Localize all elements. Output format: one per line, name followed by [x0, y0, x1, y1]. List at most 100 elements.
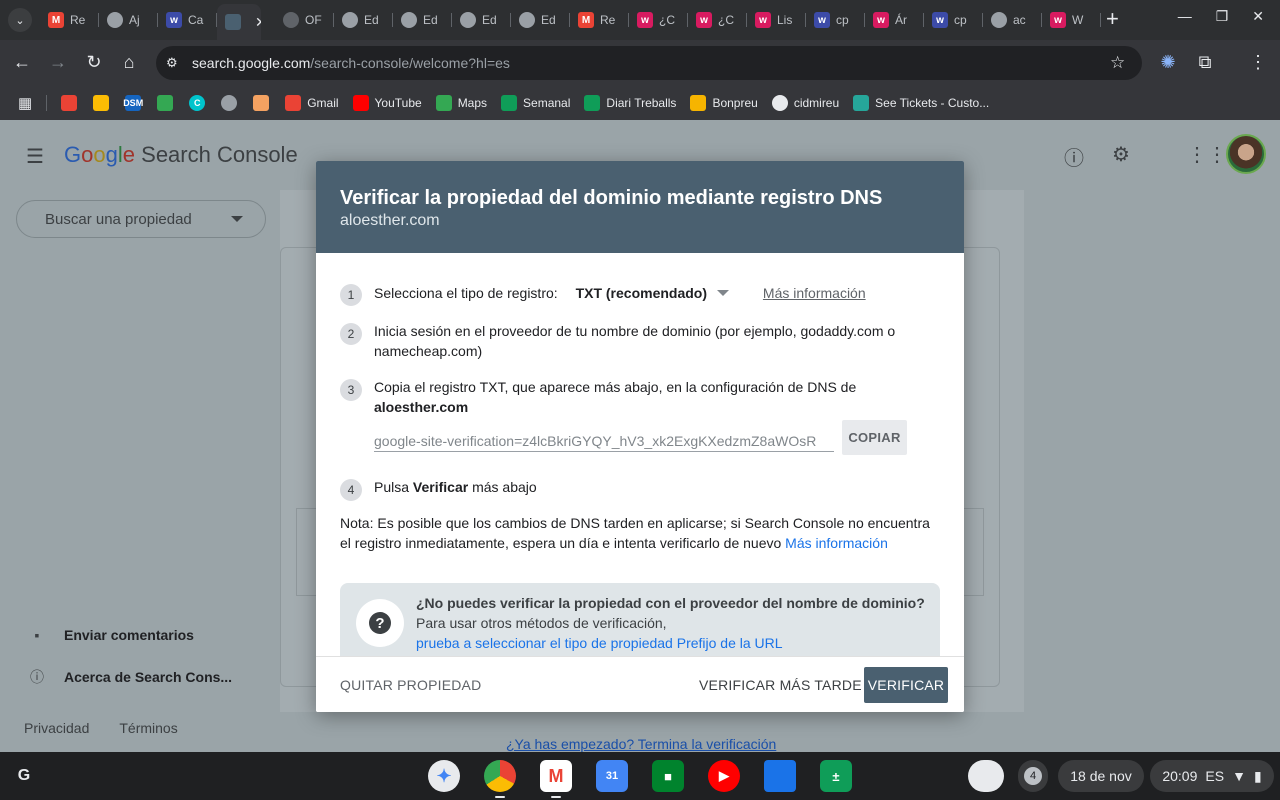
help-question: ¿No puedes verificar la propiedad con el… [416, 595, 925, 611]
address-bar[interactable]: search.google.com/search-console/welcome… [156, 46, 1142, 80]
minimize-icon[interactable]: — [1178, 8, 1192, 25]
browser-tab[interactable]: Ed [393, 6, 452, 34]
date-tray[interactable]: 18 de nov [1058, 760, 1144, 792]
browser-tab[interactable]: ✕ [217, 4, 261, 40]
verify-later-button[interactable]: VERIFICAR MÁS TARDE [699, 667, 862, 703]
site-info-icon[interactable]: ⚙ [166, 55, 178, 71]
browser-tab[interactable]: ac [983, 6, 1042, 34]
canva-icon: C [189, 95, 206, 111]
google-apps-icon[interactable]: ⋮⋮ [1187, 142, 1227, 167]
tab-search-icon[interactable]: ⌄ [8, 8, 32, 32]
forward-icon[interactable]: → [47, 52, 69, 73]
browser-tab[interactable]: w ¿C [629, 6, 688, 34]
bookmark-item[interactable] [157, 95, 174, 111]
browser-tab[interactable]: w Lis [747, 6, 806, 34]
record-type-dropdown[interactable]: TXT (recomendado) [575, 283, 730, 303]
verify-button[interactable]: VERIFICAR [864, 667, 948, 703]
gmail-icon[interactable]: M [540, 760, 572, 792]
step-number: 2 [340, 323, 362, 345]
bookmark-item[interactable] [61, 95, 78, 111]
url-prefix-link[interactable]: prueba a seleccionar el tipo de propieda… [416, 633, 936, 653]
bookmark-star-icon[interactable]: ☆ [1110, 53, 1125, 73]
bookmark-item[interactable]: YouTube [352, 95, 422, 111]
extensions-puzzle-icon[interactable]: ⧉ [1194, 52, 1216, 73]
record-type-more-info-link[interactable]: Más información [763, 285, 866, 301]
status-tray[interactable]: 20:09 ES ▼ ▮ [1150, 760, 1274, 792]
chrome-menu-icon[interactable]: ⋮ [1247, 52, 1269, 73]
calendar-icon[interactable]: 31 [596, 760, 628, 792]
browser-tab[interactable]: Ed [334, 6, 393, 34]
browser-tab[interactable]: M Re [40, 6, 99, 34]
bookmark-item[interactable]: Bonpreu [690, 95, 758, 111]
record-type-value: TXT (recomendado) [575, 285, 708, 301]
privacy-link[interactable]: Privacidad [24, 720, 89, 736]
help-text: Para usar otros métodos de verificación, [416, 615, 667, 631]
gmail-icon: M [48, 12, 64, 28]
txt-record-field[interactable]: google-site-verification=z4lcBkriGYQY_hV… [374, 424, 834, 452]
browser-tab[interactable]: Ed [452, 6, 511, 34]
gemini-icon[interactable]: ✦ [428, 760, 460, 792]
meet-icon[interactable]: ■ [652, 760, 684, 792]
tab-close-icon[interactable]: ✕ [255, 14, 261, 31]
bookmark-item[interactable]: Diari Treballs [584, 95, 676, 111]
admin-settings-icon[interactable]: ⚙ [1112, 142, 1130, 167]
globe-icon [519, 12, 535, 28]
remove-property-button[interactable]: QUITAR PROPIEDAD [340, 667, 481, 703]
bookmark-item[interactable]: Gmail [285, 95, 339, 111]
browser-tab[interactable]: M Re [570, 6, 629, 34]
bookmark-item[interactable] [253, 95, 270, 111]
bookmark-item[interactable]: See Tickets - Custo... [853, 95, 989, 111]
sheets-calc-icon[interactable]: ± [820, 760, 852, 792]
bookmark-item[interactable]: C [189, 95, 206, 111]
youtube-icon[interactable]: ▶ [708, 760, 740, 792]
extension-gear-icon[interactable]: ✺ [1157, 52, 1179, 73]
browser-tab[interactable]: wW [1042, 6, 1101, 34]
property-search-dropdown[interactable]: Buscar una propiedad [16, 200, 266, 238]
bookmark-item[interactable] [221, 95, 238, 111]
browser-tab[interactable]: w ¿C [688, 6, 747, 34]
new-tab-icon[interactable]: + [1106, 8, 1119, 30]
bookmark-label: Gmail [307, 96, 339, 110]
apps-grid-icon[interactable]: ▦ [18, 94, 32, 112]
bookmark-item[interactable]: DSM [123, 95, 143, 111]
bookmark-label: Semanal [523, 96, 571, 110]
bookmark-item[interactable]: Maps [435, 95, 487, 111]
files-icon[interactable] [764, 760, 796, 792]
terms-link[interactable]: Términos [119, 720, 177, 736]
send-feedback-link[interactable]: ▪ Enviar comentarios [28, 627, 194, 643]
sheets-icon [584, 95, 601, 111]
caret-down-icon [231, 216, 243, 222]
w-icon: w [1050, 12, 1066, 28]
pinwheel-icon [93, 95, 110, 111]
bookmark-item[interactable]: cidmireu [771, 95, 839, 111]
app-running-indicator [495, 796, 505, 798]
help-icon[interactable]: ⓘ [1064, 142, 1084, 171]
hamburger-menu-icon[interactable]: ☰ [26, 144, 44, 169]
close-window-icon[interactable]: ✕ [1252, 8, 1264, 25]
browser-tab[interactable]: w Ca [158, 6, 217, 34]
bookmark-item[interactable] [93, 95, 110, 111]
locale-label: ES [1205, 768, 1225, 784]
browser-tab[interactable]: Ed [511, 6, 570, 34]
home-icon[interactable]: ⌂ [118, 52, 140, 73]
search-console-logo[interactable]: Google Search Console [64, 142, 298, 168]
account-avatar[interactable] [1226, 134, 1266, 174]
browser-tab[interactable]: w cp [924, 6, 983, 34]
restore-icon[interactable]: ❐ [1216, 8, 1229, 25]
reload-icon[interactable]: ↻ [83, 52, 105, 73]
browser-tab[interactable]: w cp [806, 6, 865, 34]
browser-tab[interactable]: Aj [99, 6, 158, 34]
launcher-icon[interactable]: G [8, 760, 40, 792]
notification-count[interactable]: 4 [1018, 760, 1048, 792]
screenshot-thumbnail-icon[interactable] [968, 760, 1004, 792]
note-more-info-link[interactable]: Más información [785, 535, 888, 551]
about-link[interactable]: ⓘ Acerca de Search Cons... [28, 667, 232, 687]
finish-verification-link[interactable]: ¿Ya has empezado? Termina la verificació… [506, 736, 776, 752]
bookmark-item[interactable]: Semanal [501, 95, 570, 111]
copy-button[interactable]: COPIAR [842, 420, 907, 455]
tab-title: ¿C [718, 13, 734, 27]
browser-tab[interactable]: OF [275, 6, 334, 34]
back-icon[interactable]: ← [11, 52, 33, 73]
chrome-icon[interactable] [484, 760, 516, 792]
browser-tab[interactable]: w Ár [865, 6, 924, 34]
